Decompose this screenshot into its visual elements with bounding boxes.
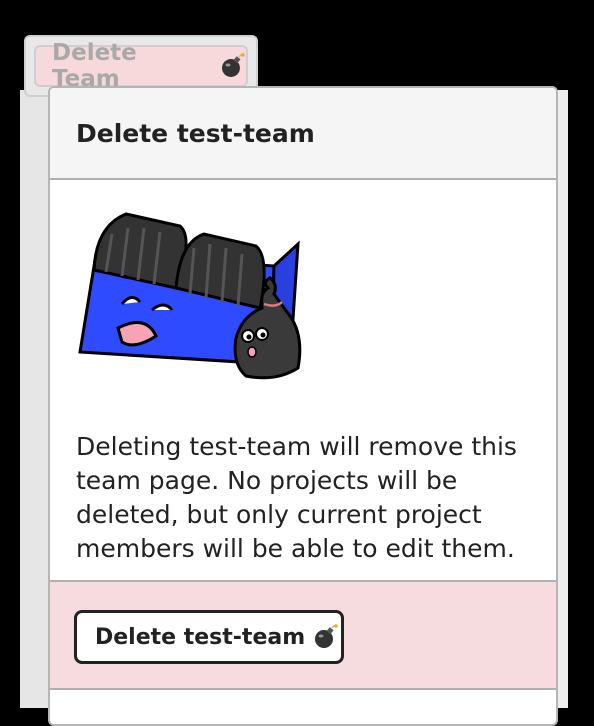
delete-team-popover: Delete test-team Deleting test-team will…	[48, 86, 558, 726]
bomb-icon	[222, 53, 245, 77]
dumpster-illustration	[78, 212, 302, 380]
delete-team-label: Delete Team	[52, 40, 137, 92]
popover-title: Delete test-team	[76, 118, 315, 148]
delete-team-button[interactable]: Delete Team	[34, 40, 248, 92]
page-background	[20, 90, 48, 708]
confirm-delete-button[interactable]: Delete test-team	[74, 610, 344, 664]
popover-body: Deleting test-team will remove this team…	[50, 180, 556, 580]
popover-footer: Delete test-team	[50, 580, 556, 690]
confirm-delete-label: Delete test-team	[95, 624, 306, 650]
popover-header: Delete test-team	[50, 88, 556, 180]
popover-description: Deleting test-team will remove this team…	[76, 432, 517, 563]
bomb-icon	[315, 624, 338, 648]
